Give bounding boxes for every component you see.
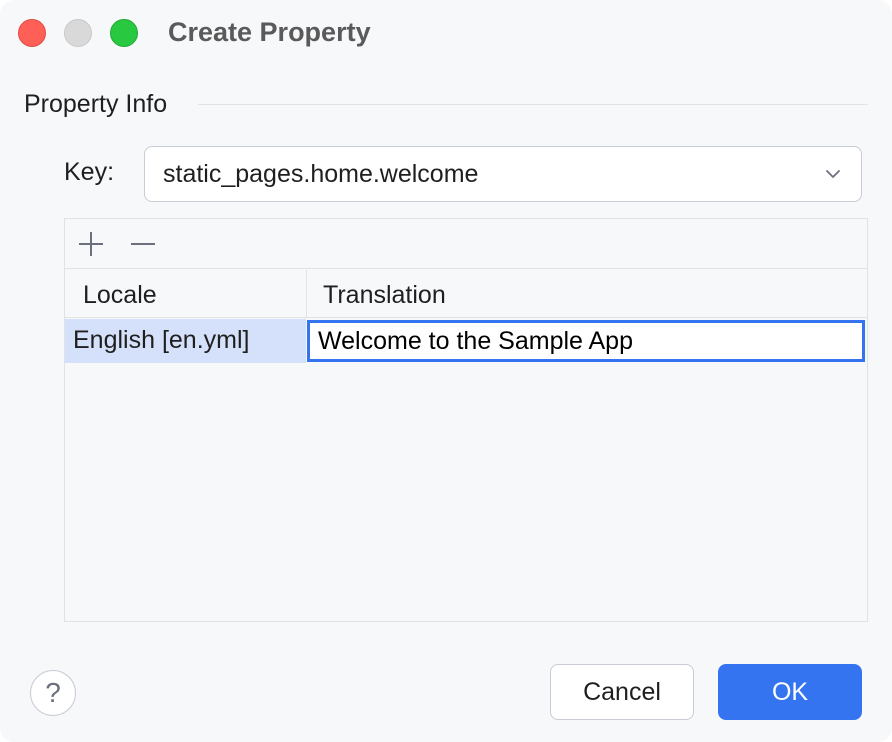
minus-icon[interactable] [127, 228, 159, 260]
ok-button[interactable]: OK [718, 664, 862, 720]
title-bar[interactable]: Create Property [0, 0, 892, 66]
close-window-button[interactable] [18, 19, 46, 47]
table-header: Locale Translation [65, 270, 867, 318]
key-combobox[interactable]: static_pages.home.welcome [144, 146, 862, 202]
table-toolbar [65, 219, 867, 269]
key-label: Key: [64, 158, 115, 186]
cancel-button[interactable]: Cancel [550, 664, 694, 720]
group-divider [198, 104, 868, 105]
locale-cell-text: English [en.yml] [73, 326, 250, 354]
dialog-title: Create Property [168, 17, 371, 47]
plus-icon[interactable] [75, 228, 107, 260]
property-info-heading: Property Info [24, 90, 168, 118]
column-header-locale[interactable]: Locale [83, 281, 157, 310]
create-property-dialog: Create Property Property Info Key: stati… [0, 0, 892, 742]
minimize-window-button[interactable] [64, 19, 92, 47]
chevron-down-icon[interactable] [823, 164, 843, 184]
translation-input[interactable] [318, 325, 848, 357]
translations-table-panel: Locale Translation English [en.yml] [64, 218, 868, 622]
key-value[interactable]: static_pages.home.welcome [163, 160, 478, 189]
translation-cell-editor[interactable] [307, 320, 865, 362]
table-row[interactable]: English [en.yml] [65, 319, 867, 363]
help-button[interactable]: ? [30, 670, 76, 716]
locale-cell[interactable]: English [en.yml] [65, 319, 306, 363]
maximize-window-button[interactable] [110, 19, 138, 47]
column-divider[interactable] [306, 270, 307, 318]
column-header-translation[interactable]: Translation [323, 281, 446, 310]
